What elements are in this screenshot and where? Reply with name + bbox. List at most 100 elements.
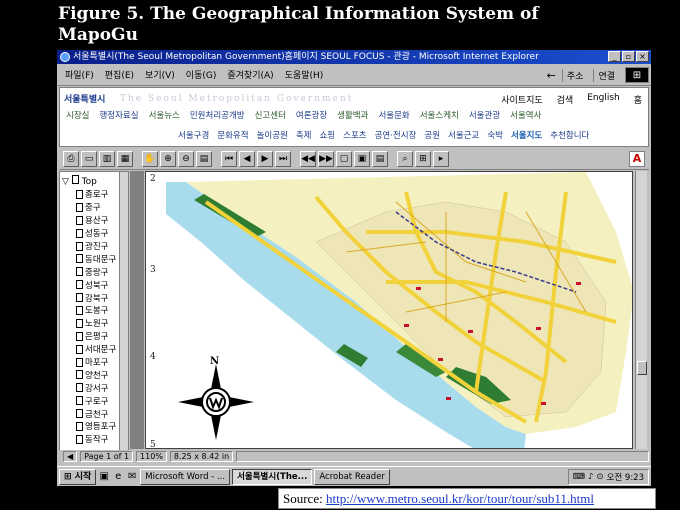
links-label[interactable]: 연결 — [593, 68, 619, 82]
horizontal-scrollbar[interactable] — [236, 451, 649, 462]
go-forward-icon[interactable]: ▶▶ — [318, 150, 334, 167]
bookmark-item[interactable]: 금천구 — [76, 407, 116, 420]
bookmarks-icon[interactable]: ▥ — [99, 150, 115, 167]
bookmark-item[interactable]: 마포구 — [76, 356, 116, 369]
actual-size-icon[interactable]: ▢ — [336, 150, 352, 167]
nav-item[interactable]: 신고센터 — [255, 109, 286, 121]
menu-help[interactable]: 도움말(H) — [285, 68, 324, 81]
link-search[interactable]: 검색 — [557, 93, 574, 106]
next-page-icon[interactable]: ▶ — [257, 150, 273, 167]
nav-item[interactable]: 민원처리공개방 — [190, 109, 245, 121]
print-icon[interactable]: ⎙ — [63, 150, 79, 167]
menu-favorites[interactable]: 즐겨찾기(A) — [227, 68, 273, 81]
menu-view[interactable]: 보기(V) — [145, 68, 175, 81]
bookmark-item[interactable]: 종로구 — [76, 188, 116, 201]
subnav-item-seoul-map[interactable]: 서울지도 — [511, 129, 542, 141]
menu-file[interactable]: 파일(F) — [65, 68, 94, 81]
minimize-button[interactable]: _ — [608, 51, 621, 62]
menu-go[interactable]: 이동(G) — [186, 68, 217, 81]
bookmark-item[interactable]: 중랑구 — [76, 265, 116, 278]
menu-edit[interactable]: 편집(E) — [105, 68, 134, 81]
hand-tool-icon[interactable]: ✋ — [142, 150, 158, 167]
tray-icon[interactable]: ⊙ — [596, 472, 603, 482]
bookmark-item[interactable]: 서대문구 — [76, 343, 116, 356]
zoom-indicator[interactable]: 110% — [136, 451, 167, 462]
link-sitemap[interactable]: 사이트지도 — [501, 93, 542, 106]
prev-page-icon[interactable]: ◀ — [239, 150, 255, 167]
go-back-icon[interactable]: ◀◀ — [300, 150, 316, 167]
fit-width-icon[interactable]: ▤ — [372, 150, 388, 167]
zoom-in-icon[interactable]: ⊕ — [160, 150, 176, 167]
web-link-icon[interactable]: ▸ — [433, 150, 449, 167]
bookmark-item[interactable]: 중구 — [76, 201, 116, 214]
bookmark-item[interactable]: 동작구 — [76, 433, 116, 446]
subnav-item[interactable]: 놀이공원 — [257, 129, 288, 141]
fit-page-icon[interactable]: ▣ — [354, 150, 370, 167]
subnav-item[interactable]: 쇼핑 — [319, 129, 335, 141]
source-link[interactable]: http://www.metro.seoul.kr/kor/tour/tour/… — [326, 491, 594, 506]
nav-item[interactable]: 서울뉴스 — [149, 109, 180, 121]
window-title-bar[interactable]: 서울특별시(The Seoul Metropolitan Government)… — [57, 50, 651, 64]
subnav-item[interactable]: 문화유적 — [217, 129, 248, 141]
bookmark-item[interactable]: 은평구 — [76, 330, 116, 343]
scroll-thumb[interactable] — [637, 361, 647, 375]
nav-prev-icon[interactable]: ◀ — [63, 451, 78, 462]
subnav-item[interactable]: 서울근교 — [448, 129, 479, 141]
page-only-icon[interactable]: ▭ — [81, 150, 97, 167]
outlook-icon[interactable]: ✉ — [126, 471, 138, 483]
subnav-item[interactable]: 서울구경 — [178, 129, 209, 141]
nav-item[interactable]: 서울문화 — [378, 109, 409, 121]
map-vertical-scrollbar[interactable] — [635, 171, 647, 449]
nav-item[interactable]: 서울역사 — [510, 109, 541, 121]
bookmark-item[interactable]: 동대문구 — [76, 252, 116, 265]
site-logo[interactable]: 서울특별시 — [64, 92, 105, 105]
web-search-icon[interactable]: ⊞ — [415, 150, 431, 167]
subnav-item[interactable]: 공연·전시장 — [375, 129, 417, 141]
zoom-out-icon[interactable]: ⊖ — [178, 150, 194, 167]
bookmark-item[interactable]: 구로구 — [76, 394, 116, 407]
bookmark-item[interactable]: 성동구 — [76, 227, 116, 240]
task-word[interactable]: Microsoft Word - ... — [140, 468, 231, 485]
nav-item[interactable]: 서울관광 — [469, 109, 500, 121]
bookmark-item[interactable]: 성북구 — [76, 278, 116, 291]
find-icon[interactable]: ⌕ — [397, 150, 413, 167]
bookmarks-scrollbar[interactable] — [119, 172, 128, 454]
subnav-item[interactable]: 스포츠 — [343, 129, 366, 141]
maximize-button[interactable]: ▫ — [622, 51, 635, 62]
back-arrow-icon[interactable]: ← — [547, 69, 556, 82]
bookmark-item[interactable]: 노원구 — [76, 317, 116, 330]
last-page-icon[interactable]: ⏭ — [275, 150, 291, 167]
subnav-item[interactable]: 숙박 — [487, 129, 503, 141]
nav-item[interactable]: 생활백과 — [337, 109, 368, 121]
pane-splitter[interactable] — [130, 171, 144, 449]
nav-item[interactable]: 여론광장 — [296, 109, 327, 121]
bookmark-item[interactable]: 광진구 — [76, 240, 116, 253]
subnav-item[interactable]: 추천합니다 — [550, 129, 589, 141]
subnav-item[interactable]: 축제 — [296, 129, 312, 141]
page-indicator[interactable]: Page 1 of 1 — [80, 451, 134, 462]
tray-icon[interactable]: ⌨ — [573, 472, 585, 482]
bookmark-item[interactable]: 강서구 — [76, 381, 116, 394]
bookmark-item[interactable]: 양천구 — [76, 368, 116, 381]
bookmark-item[interactable]: 강북구 — [76, 291, 116, 304]
bookmark-item[interactable]: 도봉구 — [76, 304, 116, 317]
link-english[interactable]: English — [587, 93, 620, 106]
nav-item[interactable]: 시장실 — [66, 109, 89, 121]
nav-item[interactable]: 서울스케치 — [420, 109, 459, 121]
nav-item[interactable]: 행정자료실 — [99, 109, 138, 121]
link-home[interactable]: 홈 — [634, 93, 642, 106]
bookmark-item[interactable]: 영등포구 — [76, 420, 116, 433]
tray-icon[interactable]: ♪ — [588, 472, 593, 482]
task-ie[interactable]: 서울특별시(The... — [232, 468, 313, 485]
task-acrobat[interactable]: Acrobat Reader — [314, 468, 390, 485]
subnav-item[interactable]: 공원 — [424, 129, 440, 141]
thumbnails-icon[interactable]: ▦ — [117, 150, 133, 167]
bookmark-root[interactable]: ▽ Top — [62, 175, 97, 187]
select-text-icon[interactable]: ▤ — [196, 150, 212, 167]
map-view[interactable]: 2 3 4 5 N — [145, 171, 633, 449]
desktop-icon[interactable]: ▣ — [98, 471, 110, 483]
browser-icon[interactable]: e — [112, 471, 124, 483]
bookmark-item[interactable]: 용산구 — [76, 214, 116, 227]
first-page-icon[interactable]: ⏮ — [221, 150, 237, 167]
address-label[interactable]: 주소 — [561, 68, 588, 82]
